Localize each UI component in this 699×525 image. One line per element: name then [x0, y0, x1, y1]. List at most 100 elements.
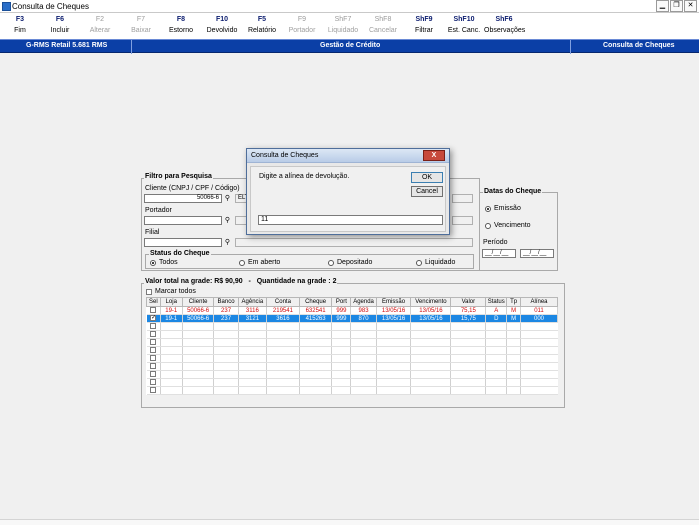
periodo-from-input[interactable]: __/__/__: [482, 249, 516, 258]
table-cell: M: [506, 306, 521, 315]
dialog-title: Consulta de Cheques: [251, 152, 319, 159]
grid-header-cell[interactable]: Port: [331, 297, 352, 307]
grid-header-cell[interactable]: Valor: [450, 297, 487, 307]
table-row-empty[interactable]: [146, 346, 558, 355]
table-row-empty[interactable]: [146, 322, 558, 331]
table-cell: M: [506, 314, 521, 323]
toolbar-baixar-button[interactable]: F7 Baixar: [121, 16, 161, 34]
toolbar-fim-button[interactable]: F3 Fim: [0, 16, 40, 34]
grid-header-cell[interactable]: Status: [485, 297, 508, 307]
toolbar-filtrar-button[interactable]: ShF9 Filtrar: [404, 16, 444, 34]
grid-header-cell[interactable]: Cliente: [181, 297, 215, 307]
maximize-button[interactable]: ❐: [670, 0, 683, 12]
table-row[interactable]: ✓ 19-1 50066-6 237 3121 3616 415263 999 870 13/05…: [146, 314, 559, 323]
close-window-button[interactable]: ✕: [684, 0, 697, 12]
filial-description-field: [235, 238, 473, 247]
table-row-empty[interactable]: [146, 354, 558, 363]
cliente-search-icon[interactable]: ⚲: [222, 194, 233, 203]
portador-description-tail: [452, 216, 473, 225]
toolbar-alterar-button[interactable]: F2 Alterar: [80, 16, 120, 34]
filial-label: Filial: [145, 229, 160, 236]
periodo-label: Período: [483, 239, 508, 246]
table-row-empty[interactable]: [146, 330, 558, 339]
row-select-checkbox[interactable]: [150, 347, 157, 354]
status-em-aberto-radio[interactable]: Em aberto: [239, 259, 280, 266]
cheques-grid[interactable]: Sel Loja Cliente Banco Agência Conta Cheque Por…: [146, 297, 559, 395]
system-version-label: G-RMS Retail 5.681 RMS: [26, 42, 108, 49]
table-cell: 13/05/16: [376, 314, 412, 323]
row-select-checkbox[interactable]: [150, 379, 157, 386]
table-cell: 237: [213, 314, 239, 323]
filter-group-title: Filtro para Pesquisa: [144, 173, 213, 180]
dialog-close-button[interactable]: X: [423, 150, 445, 161]
row-select-checkbox[interactable]: [150, 323, 157, 330]
table-cell: 000: [520, 314, 559, 323]
row-select-checkbox[interactable]: [150, 371, 157, 378]
row-select-checkbox[interactable]: [150, 355, 157, 362]
toolbar-est-canc-button[interactable]: ShF10 Est. Canc.: [444, 16, 484, 34]
table-row-empty[interactable]: [146, 362, 558, 371]
row-select-checkbox[interactable]: ✓: [150, 315, 156, 322]
toolbar-liquidado-button[interactable]: ShF7 Liquidado: [323, 16, 363, 34]
cliente-description-tail: [452, 194, 473, 203]
portador-search-icon[interactable]: ⚲: [222, 216, 233, 225]
toolbar-incluir-button[interactable]: F6 Incluir: [40, 16, 80, 34]
grid-header-cell[interactable]: Alínea: [519, 297, 559, 307]
grid-header-cell[interactable]: Emissão: [375, 297, 412, 307]
table-row[interactable]: 19-1 50066-6 237 3116 219541 632541 999 983 13/0…: [146, 306, 559, 315]
toolbar-cancelar-button[interactable]: ShF8 Cancelar: [363, 16, 403, 34]
table-cell: 50066-6: [182, 314, 215, 323]
grid-header-cell[interactable]: Loja: [159, 297, 183, 307]
grid-header-cell[interactable]: Tp: [506, 297, 521, 307]
dialog-ok-button[interactable]: OK: [411, 172, 443, 183]
grid-header-cell[interactable]: Sel: [146, 297, 161, 307]
module-header-bar: G-RMS Retail 5.681 RMS Gestão de Crédito…: [0, 39, 699, 54]
table-cell: 237: [213, 306, 239, 315]
table-cell: 999: [331, 306, 352, 315]
toolbar-relatorio-button[interactable]: F5 Relatório: [242, 16, 282, 34]
table-cell: 011: [520, 306, 559, 315]
row-select-checkbox[interactable]: [150, 307, 157, 314]
portador-label: Portador: [145, 207, 172, 214]
grid-header-cell[interactable]: Vencimento: [410, 297, 452, 307]
table-row-empty[interactable]: [146, 338, 558, 347]
table-cell: 19-1: [160, 306, 183, 315]
grid-header-cell[interactable]: Cheque: [298, 297, 333, 307]
cliente-input[interactable]: 50066-6: [144, 194, 222, 203]
row-select-checkbox[interactable]: [150, 331, 157, 338]
periodo-to-input[interactable]: __/__/__: [520, 249, 554, 258]
marcar-todos-checkbox[interactable]: Marcar todos: [146, 288, 196, 295]
status-strip: [0, 519, 699, 525]
toolbar-devolvido-button[interactable]: F10 Devolvido: [202, 16, 242, 34]
table-row-empty[interactable]: [146, 370, 558, 379]
filial-input[interactable]: [144, 238, 222, 247]
table-row-empty[interactable]: [146, 386, 558, 395]
toolbar-portador-button[interactable]: F9 Portador: [282, 16, 322, 34]
table-row-empty[interactable]: [146, 378, 558, 387]
grid-header-cell[interactable]: Agência: [237, 297, 268, 307]
table-cell: A: [485, 306, 508, 315]
alinea-input[interactable]: 11: [258, 215, 443, 225]
status-liquidado-radio[interactable]: Liquidado: [416, 259, 455, 266]
minimize-button[interactable]: ▁: [656, 0, 669, 12]
row-select-checkbox[interactable]: [150, 339, 157, 346]
datas-vencimento-radio[interactable]: Vencimento: [485, 222, 531, 229]
status-todos-radio[interactable]: Todos: [150, 259, 178, 266]
grid-header-cell[interactable]: Agenda: [350, 297, 377, 307]
dialog-cancel-button[interactable]: Cancel: [411, 186, 443, 197]
window-title-bar: Consulta de Cheques ▁ ❐ ✕: [0, 0, 699, 13]
grid-header-cell[interactable]: Banco: [213, 297, 239, 307]
filial-search-icon[interactable]: ⚲: [222, 238, 233, 247]
grid-header-cell[interactable]: Conta: [266, 297, 300, 307]
table-cell: 13/05/16: [410, 314, 452, 323]
toolbar-observacoes-button[interactable]: ShF6 Observações: [484, 16, 525, 34]
datas-emissao-radio[interactable]: Emissão: [485, 205, 521, 212]
table-cell: 3616: [266, 314, 300, 323]
row-select-checkbox[interactable]: [150, 363, 157, 370]
toolbar-estorno-button[interactable]: F8 Estorno: [161, 16, 201, 34]
table-cell: 15,75: [450, 314, 487, 323]
row-select-checkbox[interactable]: [150, 387, 157, 394]
status-depositado-radio[interactable]: Depositado: [328, 259, 372, 266]
table-cell: 999: [331, 314, 352, 323]
portador-input[interactable]: [144, 216, 222, 225]
